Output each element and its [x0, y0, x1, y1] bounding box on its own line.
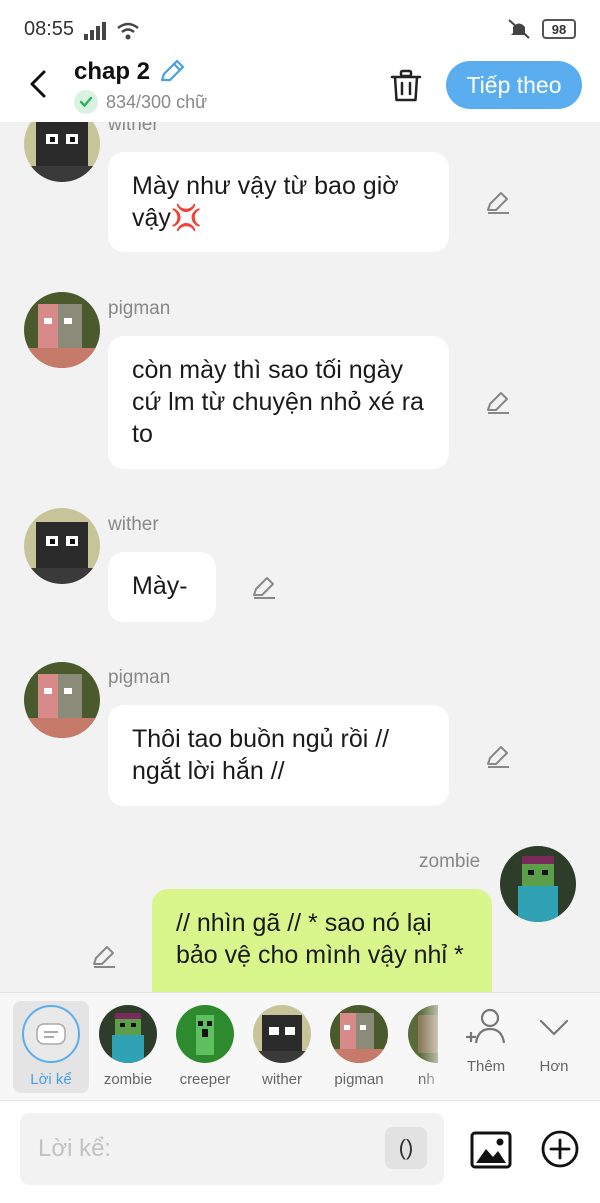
chapter-title: chap 2	[74, 58, 151, 85]
add-person-icon	[466, 1008, 506, 1044]
edit-message-icon[interactable]	[484, 188, 512, 216]
avatar-creeper	[176, 1005, 234, 1063]
message-bubble[interactable]: Thôi tao buồn ngủ rồi // ngắt lời hắn //	[108, 705, 449, 806]
sender-name: pigman	[108, 298, 171, 319]
status-bar: 08:55 98	[0, 0, 600, 58]
character-pigman[interactable]: pigman	[321, 1001, 397, 1093]
more-label: Hơn	[539, 1058, 569, 1075]
status-right-group: 98	[506, 18, 576, 40]
avatar-wither	[253, 1005, 311, 1063]
more-button[interactable]: Hơn	[524, 1007, 584, 1075]
battery-indicator: 98	[542, 19, 576, 39]
avatar-pigman[interactable]	[24, 292, 100, 368]
status-signal-group	[84, 18, 140, 40]
character-narrator[interactable]: Lời kể	[13, 1001, 89, 1093]
message-input[interactable]: Lời kể: ()	[20, 1113, 444, 1185]
character-wither[interactable]: wither	[244, 1001, 320, 1093]
edit-message-icon[interactable]	[484, 742, 512, 770]
sender-name: pigman	[108, 667, 171, 688]
status-time: 08:55	[24, 18, 75, 40]
input-placeholder: Lời kể:	[38, 1135, 112, 1162]
avatar-zombie[interactable]	[500, 846, 576, 922]
character-label: pigman	[334, 1071, 384, 1088]
add-circle-icon[interactable]	[540, 1129, 580, 1169]
add-character-label: Thêm	[466, 1058, 506, 1075]
wifi-icon	[117, 22, 139, 40]
message-bubble[interactable]: Mày như vậy từ bao giờ vậy💢	[108, 152, 449, 252]
delete-button[interactable]	[384, 64, 428, 108]
edit-message-icon[interactable]	[250, 573, 278, 601]
narrator-icon	[22, 1005, 80, 1063]
mute-vibrate-icon	[508, 19, 530, 39]
edit-title-icon[interactable]	[158, 58, 186, 86]
chat-area[interactable]: wither Mày như vậy từ bao giờ vậy💢 pigma…	[0, 122, 600, 992]
scroll-fade	[420, 993, 450, 1101]
character-zombie[interactable]: zombie	[90, 1001, 166, 1093]
edit-message-icon[interactable]	[484, 388, 512, 416]
editor-header: chap 2 834/300 chữ Tiếp theo	[0, 58, 600, 122]
character-label: zombie	[103, 1071, 153, 1088]
avatar-wither[interactable]	[24, 508, 100, 584]
character-label: wither	[261, 1071, 302, 1088]
parenthesis-button[interactable]: ()	[385, 1127, 427, 1169]
word-count: 834/300 chữ	[74, 90, 207, 114]
check-icon	[74, 90, 98, 114]
character-creeper[interactable]: creeper	[167, 1001, 243, 1093]
input-bar: Lời kể: ()	[0, 1100, 600, 1203]
message-bubble[interactable]: // nhìn gã // * sao nó lại bảo vệ cho mì…	[152, 889, 492, 992]
message-bubble[interactable]: Mày-	[108, 552, 216, 622]
message-bubble[interactable]: còn mày thì sao tối ngày cứ lm từ chuyện…	[108, 336, 449, 469]
sender-name: wither	[108, 514, 159, 535]
word-count-text: 834/300 chữ	[106, 91, 208, 112]
avatar-zombie	[99, 1005, 157, 1063]
sender-name: wither	[108, 122, 159, 135]
avatar-wither[interactable]	[24, 122, 100, 182]
trash-icon	[390, 69, 422, 102]
chevron-left-icon	[30, 70, 46, 98]
character-label: creeper	[179, 1071, 231, 1088]
title-group: chap 2	[74, 58, 186, 86]
chevron-down-icon	[539, 1019, 569, 1036]
sender-name: zombie	[419, 851, 481, 872]
next-button[interactable]: Tiếp theo	[446, 61, 582, 109]
image-icon[interactable]	[470, 1129, 512, 1171]
avatar-pigman	[330, 1005, 388, 1063]
character-label: Lời kể	[30, 1071, 72, 1088]
add-character-button[interactable]: Thêm	[456, 1007, 516, 1075]
character-toolbar: Lời kể zombie creeper wither pigman nh	[0, 992, 600, 1101]
back-button[interactable]	[20, 64, 56, 104]
signal-icon	[84, 22, 106, 40]
avatar-pigman[interactable]	[24, 662, 100, 738]
edit-message-icon[interactable]	[90, 942, 118, 970]
